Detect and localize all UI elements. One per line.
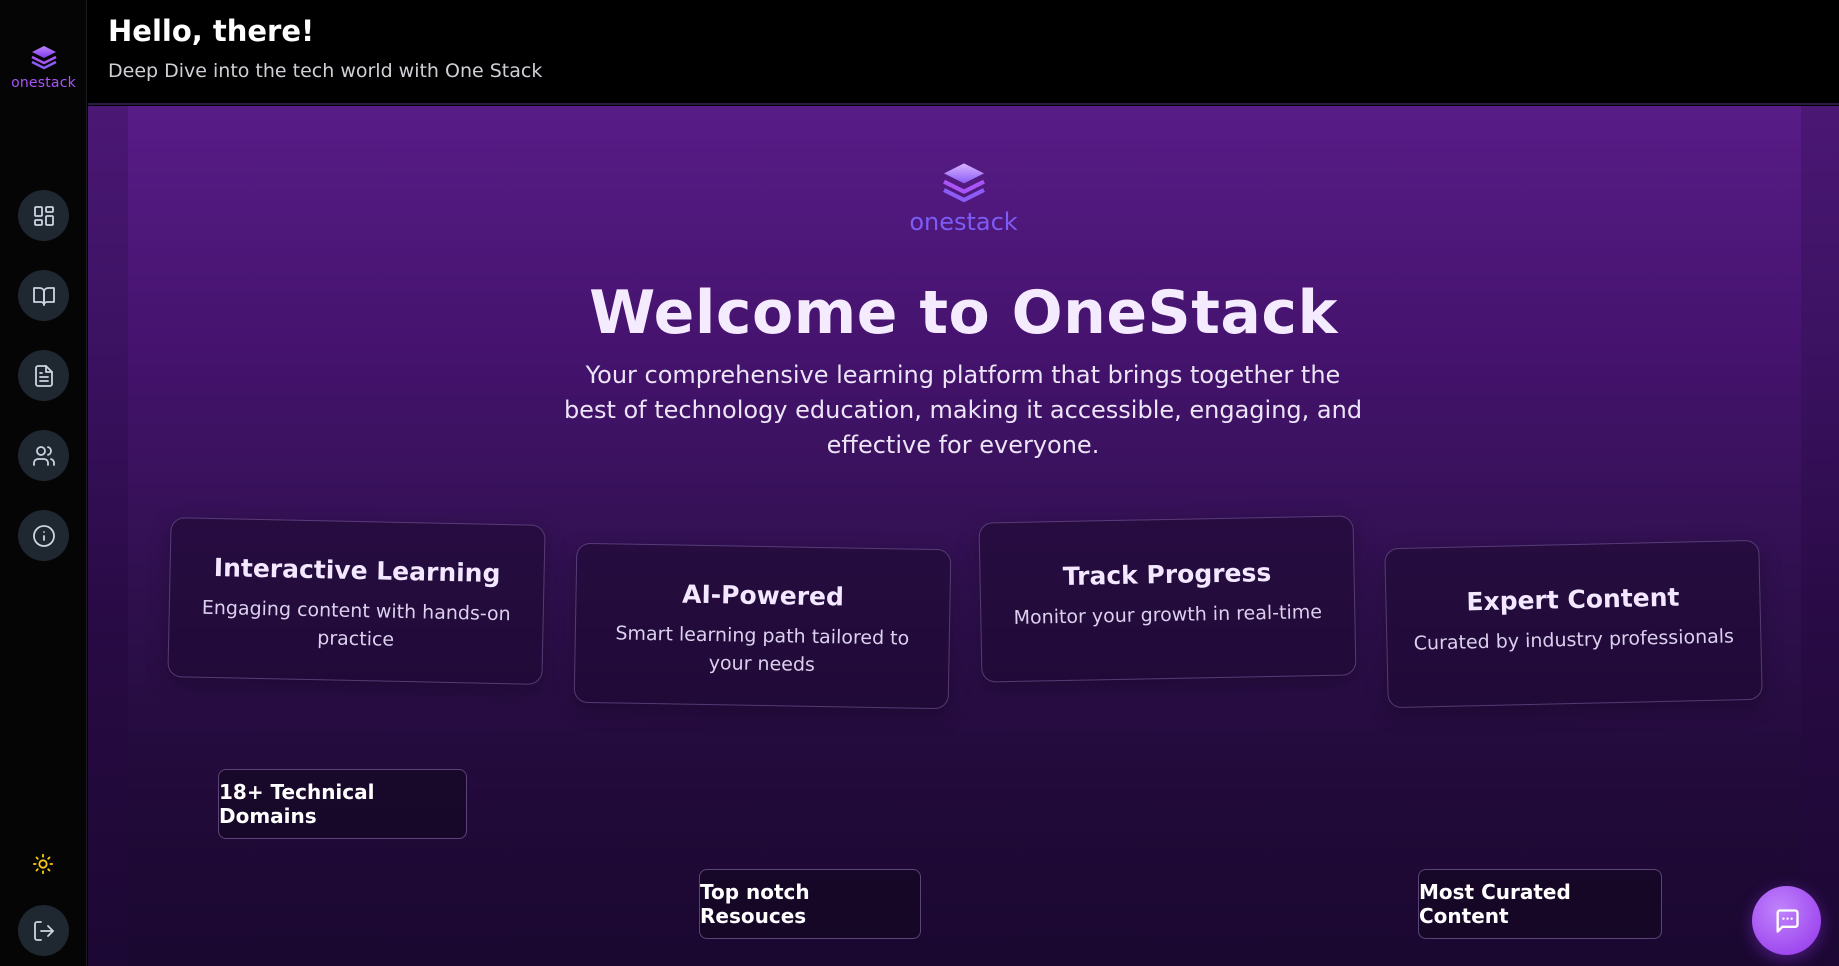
feature-card-desc: Smart learning path tailored to your nee… bbox=[615, 622, 910, 676]
feature-card-interactive-learning[interactable]: Interactive Learning Engaging content wi… bbox=[167, 517, 546, 685]
feature-card-title: Expert Content bbox=[1466, 582, 1680, 617]
highlight-technical-domains[interactable]: 18+ Technical Domains bbox=[218, 769, 467, 839]
top-header: Hello, there! Deep Dive into the tech wo… bbox=[88, 0, 1839, 105]
feature-card-title: Track Progress bbox=[1062, 558, 1272, 592]
feature-card-desc: Curated by industry professionals bbox=[1413, 625, 1735, 655]
feature-card-desc: Engaging content with hands-on practice bbox=[201, 596, 511, 651]
sidebar-item-courses[interactable] bbox=[18, 270, 69, 321]
hero-description: Your comprehensive learning platform tha… bbox=[563, 361, 1363, 459]
feature-card-expert-content[interactable]: Expert Content Curated by industry profe… bbox=[1384, 539, 1763, 709]
logout-button[interactable] bbox=[18, 905, 69, 956]
logout-icon bbox=[33, 920, 54, 941]
sidebar-item-notes[interactable] bbox=[18, 350, 69, 401]
feature-card-track-progress[interactable]: Track Progress Monitor your growth in re… bbox=[978, 515, 1357, 683]
chat-bubble-icon bbox=[1776, 908, 1799, 933]
info-icon bbox=[32, 524, 55, 547]
sidebar-item-dashboard[interactable] bbox=[18, 190, 69, 241]
hero-logo-text: onestack bbox=[909, 208, 1018, 236]
dashboard-grid-icon bbox=[33, 205, 54, 226]
feature-card-title: AI-Powered bbox=[681, 579, 845, 612]
sidebar: onestack bbox=[0, 0, 87, 966]
greeting-title: Hello, there! bbox=[108, 14, 315, 48]
document-icon bbox=[34, 364, 53, 387]
feature-card-title: Interactive Learning bbox=[213, 553, 501, 589]
feature-card-ai-powered[interactable]: AI-Powered Smart learning path tailored … bbox=[573, 542, 952, 710]
sun-icon bbox=[32, 853, 54, 875]
stack-logo-icon bbox=[942, 163, 985, 203]
sidebar-item-community[interactable] bbox=[18, 430, 69, 481]
chat-button[interactable] bbox=[1752, 886, 1821, 955]
main-content: onestack Welcome to OneStack Your compre… bbox=[88, 106, 1839, 966]
stack-logo-icon bbox=[30, 46, 57, 70]
theme-toggle[interactable] bbox=[29, 850, 57, 878]
feature-card-desc: Monitor your growth in real-time bbox=[1013, 601, 1323, 629]
greeting-subtitle: Deep Dive into the tech world with One S… bbox=[108, 60, 543, 82]
hero-title: Welcome to OneStack bbox=[589, 278, 1338, 348]
users-icon bbox=[32, 445, 55, 466]
brand-logo[interactable]: onestack bbox=[0, 44, 87, 91]
highlight-curated-content[interactable]: Most Curated Content bbox=[1418, 869, 1662, 939]
brand-name: onestack bbox=[11, 75, 76, 91]
highlight-top-resources[interactable]: Top notch Resouces bbox=[699, 869, 921, 939]
sidebar-item-about[interactable] bbox=[18, 510, 69, 561]
hero-logo: onestack bbox=[88, 160, 1839, 236]
book-open-icon bbox=[32, 286, 55, 306]
